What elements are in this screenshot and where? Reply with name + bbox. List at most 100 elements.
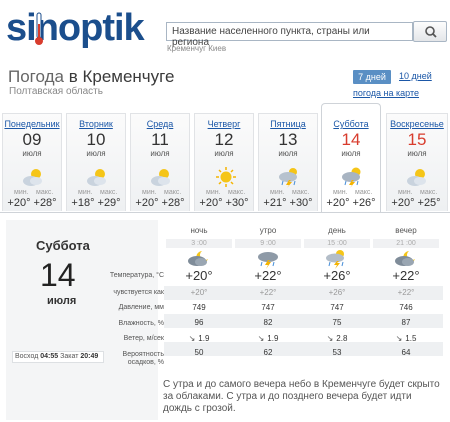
day-tab-sunday[interactable]: Воскресенье 15 июля мин. макс. +20° +25°: [386, 113, 448, 211]
period-night-wind: ↘ 1.9: [166, 334, 232, 343]
period-morning-feels: +22°: [259, 288, 277, 297]
day-tab-tuesday[interactable]: Вторник 10 июля мин. макс. +18° +29°: [66, 113, 126, 211]
day-month: июля: [407, 149, 427, 158]
sun-cloud-icon: [407, 169, 426, 186]
wind-value: 1.9: [267, 334, 279, 343]
sun-cloud-rain-icon: [326, 250, 344, 269]
day-tab-wednesday[interactable]: Среда 11 июля мин. макс. +20° +28°: [130, 113, 190, 211]
day-name[interactable]: Среда: [131, 119, 189, 129]
period-night-precip: 50: [194, 348, 204, 357]
max-label: макс.: [355, 189, 373, 196]
day-tab-monday[interactable]: Понедельник 09 июля мин. макс. +20° +28°: [2, 113, 62, 211]
period-day-temp: +26°: [323, 268, 351, 283]
day-tabs: Понедельник 09 июля мин. макс. +20° +28° …: [0, 103, 450, 213]
period-day-header: день: [328, 226, 346, 235]
wind-label: Ветер, м/сек: [123, 335, 164, 342]
day-name[interactable]: Воскресенье: [387, 119, 447, 129]
period-day-time: 15 :00: [304, 239, 370, 248]
min-label: мин.: [142, 189, 157, 196]
search-icon: [425, 26, 437, 38]
period-evening-feels: +22°: [397, 288, 415, 297]
sunset-label: Закат: [60, 353, 79, 360]
period-day-feels: +26°: [328, 288, 346, 297]
day-date: 10: [86, 130, 106, 149]
day-month: июля: [278, 149, 298, 158]
day-temp: +18° +29°: [71, 197, 121, 209]
ten-days-link[interactable]: 10 дней: [399, 71, 432, 81]
seven-days-button[interactable]: 7 дней: [353, 70, 391, 84]
title-prefix: Погода: [8, 67, 64, 86]
search-hint: Кременчуг Киев: [167, 44, 227, 53]
selected-day-month: июля: [47, 295, 77, 307]
period-day-humidity: 75: [332, 318, 342, 327]
period-evening-humidity: 87: [401, 318, 411, 327]
wind-value: 2.8: [336, 334, 348, 343]
day-date: 13: [278, 130, 298, 149]
day-temp: +20° +28°: [135, 197, 185, 209]
day-month: июля: [86, 149, 106, 158]
period-night-pressure: 749: [192, 303, 206, 312]
max-label: макс.: [292, 189, 310, 196]
day-month: июля: [341, 149, 361, 158]
cloud-night-icon: [395, 251, 415, 266]
max-label: макс.: [228, 189, 246, 196]
sun-icon: [216, 167, 236, 187]
weather-map-link[interactable]: погода на карте: [353, 88, 419, 98]
day-temp: +20° +26°: [326, 197, 376, 209]
day-date: 14: [341, 130, 361, 149]
period-day-wind: ↘ 2.8: [304, 334, 370, 343]
period-evening-wind: ↘ 1.5: [373, 334, 439, 343]
search-button[interactable]: [413, 21, 447, 42]
period-morning-wind: ↘ 1.9: [235, 334, 301, 343]
day-temp: +20° +25°: [391, 197, 441, 209]
period-night-header: ночь: [190, 226, 208, 235]
day-date: 15: [407, 130, 427, 149]
day-name[interactable]: Понедельник: [3, 119, 61, 129]
wind-direction-icon: ↘: [257, 334, 265, 343]
period-night-humidity: 96: [194, 318, 204, 327]
sun-cloud-icon: [23, 169, 42, 186]
period-evening-time: 21 :00: [373, 239, 439, 248]
day-temp: +20° +30°: [199, 197, 249, 209]
period-evening-temp: +22°: [392, 268, 420, 283]
feels-like-label: чувствуется как: [113, 289, 164, 296]
day-name[interactable]: Пятница: [259, 119, 317, 129]
period-day-precip: 53: [332, 348, 342, 357]
day-date: 12: [214, 130, 234, 149]
day-date: 11: [151, 130, 169, 149]
wind-value: 1.5: [405, 334, 417, 343]
day-month: июля: [22, 149, 42, 158]
cloud-rain-icon: [258, 252, 278, 269]
title-city: в Кременчуге: [68, 67, 175, 86]
min-label: мин.: [270, 189, 285, 196]
min-label: мин.: [398, 189, 413, 196]
day-name[interactable]: Вторник: [67, 119, 125, 129]
wind-direction-icon: ↘: [188, 334, 196, 343]
max-label: макс.: [420, 189, 438, 196]
wind-direction-icon: ↘: [326, 334, 334, 343]
period-morning-temp: +22°: [254, 268, 282, 283]
precip-label: Вероятность осадков, %: [122, 351, 164, 366]
period-night-feels: +20°: [190, 288, 208, 297]
thermometer-icon: [35, 12, 43, 45]
period-morning-humidity: 82: [263, 318, 273, 327]
day-name[interactable]: Четверг: [195, 119, 253, 129]
thunderstorm-icon: [279, 168, 297, 188]
sun-cloud-icon: [151, 169, 170, 186]
search-input[interactable]: Название населенного пункта, страны или …: [166, 22, 413, 48]
cloud-night-icon: [188, 251, 208, 266]
sunrise-sunset: Восход 04:55 Закат 20:49: [12, 351, 104, 363]
day-tab-saturday[interactable]: Суббота 14 июля мин. макс. +20° +26°: [321, 103, 381, 213]
day-name[interactable]: Суббота: [322, 119, 380, 129]
sinoptik-logo[interactable]: sinoptik: [6, 6, 156, 52]
period-morning-pressure: 747: [261, 303, 275, 312]
day-tab-thursday[interactable]: Четверг 12 июля мин. макс. +20° +30°: [194, 113, 254, 211]
min-label: мин.: [78, 189, 93, 196]
selected-day-date: 14: [40, 257, 76, 293]
period-evening-pressure: 746: [399, 303, 413, 312]
temperature-label: Температура, °C: [109, 272, 164, 279]
day-tab-friday[interactable]: Пятница 13 июля мин. макс. +21° +30°: [258, 113, 318, 211]
sun-cloud-rain-icon: [342, 167, 361, 188]
period-morning-header: утро: [259, 226, 277, 235]
min-label: мин.: [206, 189, 221, 196]
